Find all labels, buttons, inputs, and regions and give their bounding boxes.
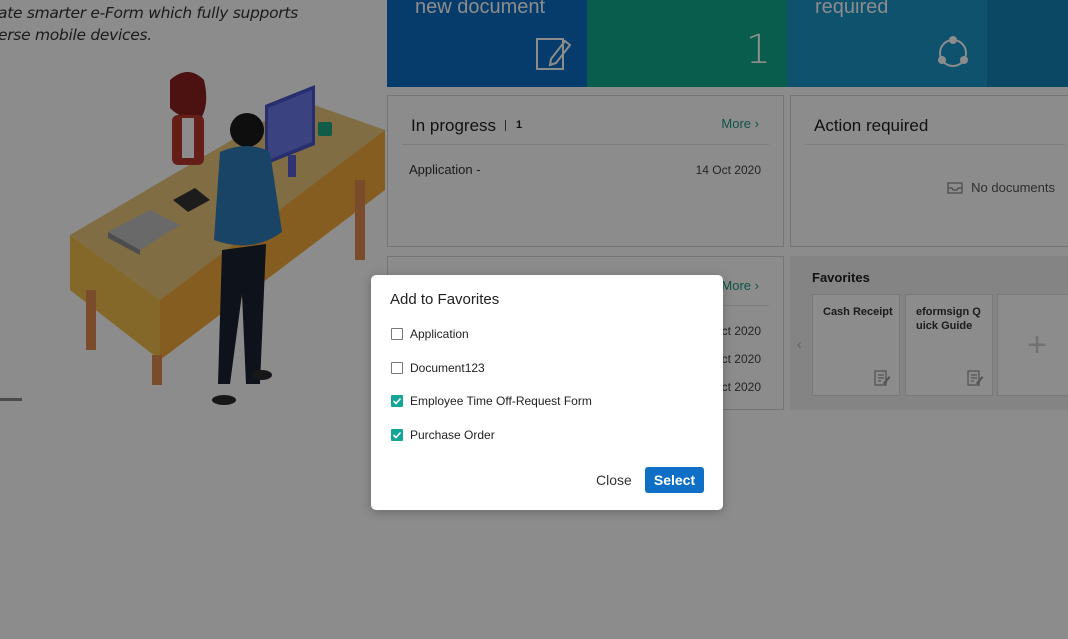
checkbox-purchase-order[interactable] [391, 429, 403, 441]
checkbox-employee-time-off[interactable] [391, 395, 403, 407]
checkbox-document123[interactable] [391, 362, 403, 374]
option-application[interactable]: Application [391, 327, 469, 341]
checkbox-application[interactable] [391, 328, 403, 340]
option-label: Application [410, 327, 469, 341]
checkmark-icon [392, 431, 402, 439]
option-label: Employee Time Off-Request Form [410, 394, 592, 408]
option-label: Document123 [410, 361, 485, 375]
select-button[interactable]: Select [645, 467, 704, 493]
option-purchase-order[interactable]: Purchase Order [391, 428, 495, 442]
dialog-title: Add to Favorites [390, 291, 500, 308]
option-employee-time-off[interactable]: Employee Time Off-Request Form [391, 394, 592, 408]
checkmark-icon [392, 397, 402, 405]
option-document123[interactable]: Document123 [391, 361, 485, 375]
option-label: Purchase Order [410, 428, 495, 442]
add-to-favorites-dialog: Add to Favorites Application Document123… [371, 275, 723, 510]
close-button[interactable]: Close [590, 467, 638, 493]
